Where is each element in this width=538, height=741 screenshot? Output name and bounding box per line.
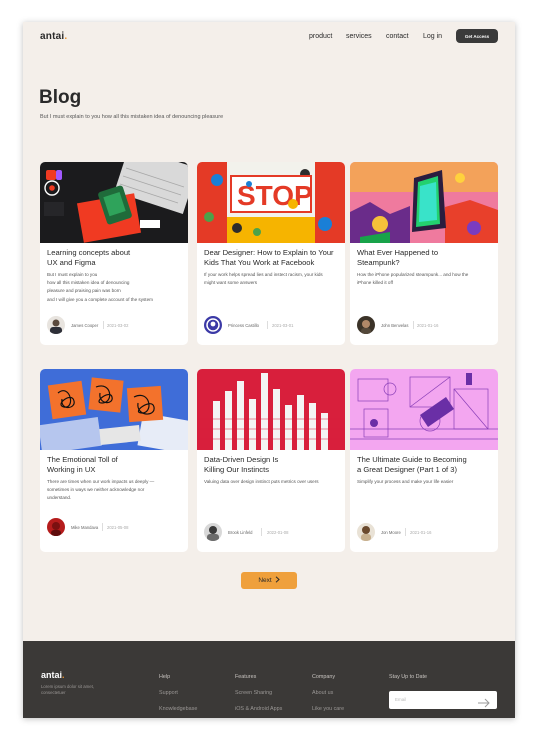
- footer-logo[interactable]: antai.: [41, 670, 65, 680]
- page-frame: antai. product services contact Log in G…: [23, 22, 515, 718]
- post-excerpt: There are times when our work impacts us…: [47, 479, 155, 501]
- blog-card[interactable]: What Ever Happened to Steampunk? How the …: [350, 162, 498, 345]
- author-name[interactable]: John Benvelas: [381, 323, 408, 328]
- author-avatar[interactable]: [204, 523, 222, 541]
- post-image[interactable]: [197, 369, 345, 450]
- post-title[interactable]: What Ever Happened to Steampunk?: [357, 248, 495, 267]
- meta-divider: [261, 528, 262, 536]
- post-date: 2021-01-16: [417, 323, 439, 328]
- post-excerpt: If your work helps spread lies and inste…: [204, 272, 323, 286]
- brand-logo[interactable]: antai.: [40, 31, 67, 42]
- site-footer: antai. Lorem ipsum dolor sit amet, conse…: [23, 641, 515, 718]
- nav-product[interactable]: product: [309, 33, 332, 40]
- footer-link-about[interactable]: About us: [312, 690, 333, 696]
- page-title: Blog: [39, 87, 82, 108]
- blog-card[interactable]: The Ultimate Guide to Becoming a Great De…: [350, 369, 498, 552]
- author-avatar[interactable]: [357, 523, 375, 541]
- newsletter-email-field[interactable]: Email: [389, 691, 497, 709]
- meta-divider: [102, 523, 103, 531]
- footer-tagline: Lorem ipsum dolor sit amet, consectetuer: [41, 684, 95, 695]
- post-excerpt: But I must explain to you how all this mi…: [47, 272, 153, 302]
- arrow-right-icon[interactable]: [477, 695, 491, 708]
- meta-divider: [405, 528, 406, 536]
- post-date: 2021-03-01: [272, 323, 294, 328]
- chevron-right-icon: [275, 576, 280, 585]
- author-avatar[interactable]: [204, 316, 222, 334]
- post-image[interactable]: [350, 162, 498, 243]
- author-name[interactable]: Princess Castillo: [228, 323, 259, 328]
- post-date: 2021-05-08: [107, 525, 129, 530]
- post-image[interactable]: [40, 369, 188, 450]
- newsletter-heading: Stay Up to Date: [389, 674, 428, 680]
- meta-divider: [103, 321, 104, 329]
- post-title[interactable]: The Ultimate Guide to Becoming a Great De…: [357, 455, 495, 474]
- blog-card[interactable]: STOP Dear Designer: How to Explain to Yo…: [197, 162, 345, 345]
- post-image[interactable]: STOP: [197, 162, 345, 243]
- meta-divider: [413, 321, 414, 329]
- post-title[interactable]: Dear Designer: How to Explain to Your Kid…: [204, 248, 342, 267]
- footer-link-like-you-care[interactable]: Like you care: [312, 706, 344, 712]
- get-access-button[interactable]: Get Access: [456, 29, 498, 43]
- post-date: 2021-01-16: [410, 530, 432, 535]
- post-title[interactable]: The Emotional Toll of Working in UX: [47, 455, 185, 474]
- page-subtitle: But I must explain to you how all this m…: [40, 114, 224, 120]
- nav-services[interactable]: services: [346, 33, 372, 40]
- author-name[interactable]: Mike Mandava: [71, 525, 98, 530]
- post-title[interactable]: Data-Driven Design Is Killing Our Instinc…: [204, 455, 342, 474]
- author-avatar[interactable]: [357, 316, 375, 334]
- footer-link-screen-sharing[interactable]: Screen Sharing: [235, 690, 272, 696]
- meta-divider: [267, 321, 268, 329]
- post-excerpt: How the iPhone popularized steampunk... …: [357, 272, 469, 286]
- nav-login[interactable]: Log in: [423, 33, 442, 40]
- post-excerpt: Simplify your process and make your life…: [357, 479, 454, 484]
- footer-link-apps[interactable]: iOS & Android Apps: [235, 706, 282, 712]
- author-avatar[interactable]: [47, 518, 65, 536]
- post-title[interactable]: Learning concepts about UX and Figma: [47, 248, 185, 267]
- footer-link-knowledgebase[interactable]: Knowledgebase: [159, 706, 197, 712]
- author-avatar[interactable]: [47, 316, 65, 334]
- post-excerpt: Valuing data over design instinct puts m…: [204, 479, 319, 484]
- blog-card[interactable]: Data-Driven Design Is Killing Our Instinc…: [197, 369, 345, 552]
- blog-card[interactable]: The Emotional Toll of Working in UX There…: [40, 369, 188, 552]
- post-date: 2022-01-08: [267, 530, 289, 535]
- footer-link-support[interactable]: Support: [159, 690, 178, 696]
- nav-contact[interactable]: contact: [386, 33, 409, 40]
- next-page-button[interactable]: Next: [241, 572, 297, 589]
- footer-heading-help: Help: [159, 674, 171, 680]
- footer-heading-features: Features: [235, 674, 257, 680]
- author-name[interactable]: Jon Moore: [381, 530, 401, 535]
- post-image[interactable]: [40, 162, 188, 243]
- email-placeholder: Email: [395, 697, 407, 702]
- author-name[interactable]: James Cooper: [71, 323, 98, 328]
- author-name[interactable]: Brook Linfeld: [228, 530, 252, 535]
- post-image[interactable]: [350, 369, 498, 450]
- post-date: 2021-03-02: [107, 323, 129, 328]
- footer-heading-company: Company: [312, 674, 336, 680]
- blog-card[interactable]: Learning concepts about UX and Figma But …: [40, 162, 188, 345]
